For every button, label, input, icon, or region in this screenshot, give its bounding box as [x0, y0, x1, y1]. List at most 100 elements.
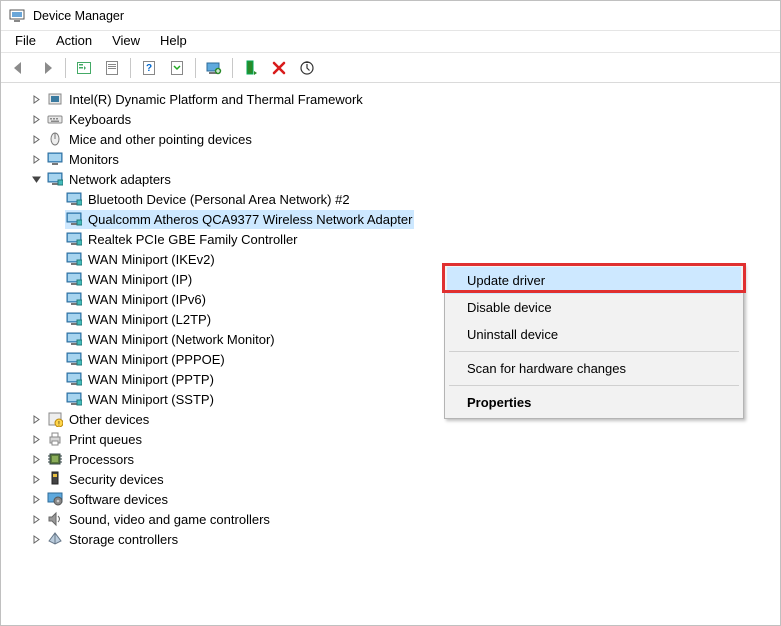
chipset-icon: [47, 91, 63, 107]
software-device-icon: [47, 491, 63, 507]
network-adapter-icon: [66, 211, 82, 227]
menubar: File Action View Help: [1, 31, 780, 53]
svg-text:?: ?: [146, 63, 152, 74]
security-device-icon: [47, 471, 63, 487]
category-row[interactable]: Processors: [11, 449, 776, 469]
processor-icon: [47, 451, 63, 467]
expand-icon[interactable]: [29, 512, 43, 526]
menu-help[interactable]: Help: [150, 31, 197, 52]
scan-hardware-button[interactable]: [295, 56, 319, 80]
context-properties[interactable]: Properties: [447, 389, 741, 416]
category-label: Network adapters: [67, 171, 173, 188]
titlebar: Device Manager: [1, 1, 780, 31]
network-adapter-icon: [66, 231, 82, 247]
network-adapter-icon: [66, 331, 82, 347]
category-row[interactable]: Sound, video and game controllers: [11, 509, 776, 529]
toolbar-separator: [195, 58, 196, 78]
network-adapter-icon: [47, 171, 63, 187]
keyboard-icon: [47, 111, 63, 127]
storage-icon: [47, 531, 63, 547]
category-label: Other devices: [67, 411, 151, 428]
category-row[interactable]: Software devices: [11, 489, 776, 509]
network-adapter-icon: [66, 251, 82, 267]
device-row[interactable]: Qualcomm Atheros QCA9377 Wireless Networ…: [11, 209, 776, 229]
other-devices-icon: [47, 411, 63, 427]
context-scan-hardware[interactable]: Scan for hardware changes: [447, 355, 741, 382]
context-uninstall-device[interactable]: Uninstall device: [447, 321, 741, 348]
device-manager-icon: [9, 8, 25, 24]
device-row[interactable]: Realtek PCIe GBE Family Controller: [11, 229, 776, 249]
category-label: Processors: [67, 451, 136, 468]
category-label: Sound, video and game controllers: [67, 511, 272, 528]
mouse-icon: [47, 131, 63, 147]
device-label: WAN Miniport (IPv6): [86, 291, 208, 308]
device-label: WAN Miniport (Network Monitor): [86, 331, 277, 348]
expand-icon[interactable]: [29, 452, 43, 466]
context-separator: [449, 385, 739, 386]
help-button[interactable]: ?: [137, 56, 161, 80]
category-label: Monitors: [67, 151, 121, 168]
device-label: Realtek PCIe GBE Family Controller: [86, 231, 300, 248]
category-row[interactable]: Monitors: [11, 149, 776, 169]
network-adapter-icon: [66, 391, 82, 407]
category-label: Print queues: [67, 431, 144, 448]
category-row[interactable]: Keyboards: [11, 109, 776, 129]
expand-icon[interactable]: [29, 152, 43, 166]
category-row[interactable]: Print queues: [11, 429, 776, 449]
show-hide-tree-button[interactable]: [72, 56, 96, 80]
device-row[interactable]: Bluetooth Device (Personal Area Network)…: [11, 189, 776, 209]
network-adapter-icon: [66, 271, 82, 287]
toolbar-separator: [130, 58, 131, 78]
update-driver-button[interactable]: [202, 56, 226, 80]
expand-icon[interactable]: [29, 132, 43, 146]
collapse-icon[interactable]: [29, 172, 43, 186]
device-label: WAN Miniport (PPPOE): [86, 351, 227, 368]
uninstall-device-button[interactable]: [267, 56, 291, 80]
expand-icon[interactable]: [29, 92, 43, 106]
device-label: WAN Miniport (IKEv2): [86, 251, 217, 268]
menu-view[interactable]: View: [102, 31, 150, 52]
printer-icon: [47, 431, 63, 447]
toolbar-separator: [232, 58, 233, 78]
network-adapter-icon: [66, 311, 82, 327]
monitor-icon: [47, 151, 63, 167]
expand-icon[interactable]: [29, 112, 43, 126]
device-label: WAN Miniport (PPTP): [86, 371, 216, 388]
category-label: Security devices: [67, 471, 166, 488]
category-label: Storage controllers: [67, 531, 180, 548]
category-label: Intel(R) Dynamic Platform and Thermal Fr…: [67, 91, 365, 108]
expand-icon[interactable]: [29, 532, 43, 546]
category-row[interactable]: Storage controllers: [11, 529, 776, 549]
context-disable-device[interactable]: Disable device: [447, 294, 741, 321]
expand-icon[interactable]: [29, 472, 43, 486]
expand-icon[interactable]: [29, 492, 43, 506]
sound-icon: [47, 511, 63, 527]
category-label: Software devices: [67, 491, 170, 508]
category-row[interactable]: Mice and other pointing devices: [11, 129, 776, 149]
properties-button[interactable]: [100, 56, 124, 80]
device-label: WAN Miniport (IP): [86, 271, 194, 288]
category-label: Mice and other pointing devices: [67, 131, 254, 148]
device-label: WAN Miniport (SSTP): [86, 391, 216, 408]
context-update-driver[interactable]: Update driver: [447, 267, 741, 294]
category-row[interactable]: Intel(R) Dynamic Platform and Thermal Fr…: [11, 89, 776, 109]
expand-icon[interactable]: [29, 432, 43, 446]
forward-button[interactable]: [35, 56, 59, 80]
network-adapter-icon: [66, 351, 82, 367]
context-separator: [449, 351, 739, 352]
action-button[interactable]: [165, 56, 189, 80]
category-row[interactable]: Security devices: [11, 469, 776, 489]
device-label: WAN Miniport (L2TP): [86, 311, 213, 328]
network-adapter-icon: [66, 191, 82, 207]
enable-device-button[interactable]: [239, 56, 263, 80]
expand-icon[interactable]: [29, 412, 43, 426]
toolbar-separator: [65, 58, 66, 78]
device-label: Bluetooth Device (Personal Area Network)…: [86, 191, 352, 208]
menu-file[interactable]: File: [5, 31, 46, 52]
back-button[interactable]: [7, 56, 31, 80]
category-row-network[interactable]: Network adapters: [11, 169, 776, 189]
toolbar: ?: [1, 53, 780, 83]
menu-action[interactable]: Action: [46, 31, 102, 52]
category-label: Keyboards: [67, 111, 133, 128]
context-menu: Update driver Disable device Uninstall d…: [444, 264, 744, 419]
